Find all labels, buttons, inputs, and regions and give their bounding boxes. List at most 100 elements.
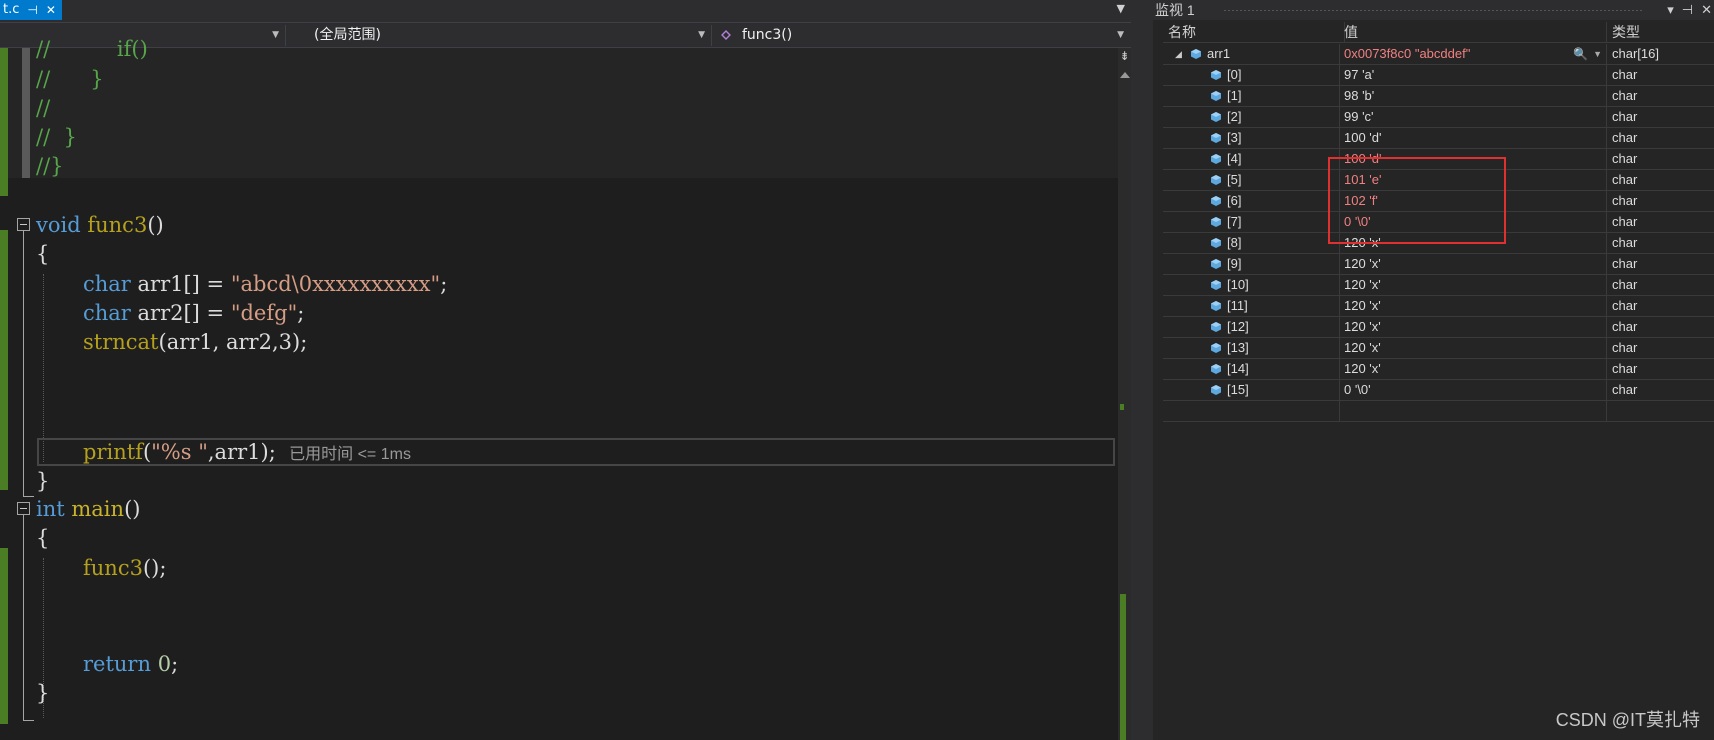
document-tab[interactable]: t.c ⊣ ✕ <box>0 0 62 20</box>
highlight-box <box>1328 157 1506 244</box>
close-icon[interactable]: ✕ <box>1701 0 1712 20</box>
scrollbar-marker <box>1120 594 1126 740</box>
code-line: { <box>36 526 50 550</box>
collapse-arrow-icon[interactable]: ◢ <box>1175 44 1182 64</box>
variable-cube-icon <box>1211 154 1221 164</box>
table-row[interactable]: [3] 100 'd' char <box>1163 128 1714 149</box>
element-index: [15] <box>1227 382 1249 397</box>
code-line: { <box>36 242 50 266</box>
table-row[interactable]: [11] 120 'x' char <box>1163 296 1714 317</box>
element-value[interactable]: 120 'x' <box>1344 361 1381 376</box>
split-icon[interactable]: ⇟ <box>1118 50 1131 62</box>
code-area[interactable]: // if() // } // // } //} void func3() { … <box>0 37 1118 740</box>
pin-icon[interactable]: ⊣ <box>1682 0 1693 20</box>
element-index: [3] <box>1227 130 1242 145</box>
variable-cube-icon <box>1211 364 1221 374</box>
column-header-type[interactable]: 类型 <box>1608 22 1714 42</box>
table-row[interactable]: [12] 120 'x' char <box>1163 317 1714 338</box>
chevron-down-icon[interactable]: ▼ <box>1593 44 1602 64</box>
empty-watch-row[interactable] <box>1163 401 1714 422</box>
outline-margin-bar <box>22 48 30 178</box>
scroll-up-icon[interactable] <box>1120 72 1130 78</box>
tab-label: t.c <box>3 2 20 17</box>
element-type: char <box>1612 151 1638 166</box>
element-type: char <box>1612 172 1638 187</box>
commented-block-background <box>0 48 1118 178</box>
tab-dropdown-icon[interactable]: ▼ <box>1117 2 1125 15</box>
panel-splitter[interactable] <box>1131 0 1153 740</box>
element-value[interactable]: 99 'c' <box>1344 109 1374 124</box>
table-row[interactable]: [13] 120 'x' char <box>1163 338 1714 359</box>
table-row[interactable]: [15] 0 '\0' char <box>1163 380 1714 401</box>
variable-value[interactable]: 0x0073f8c0 "abcddef" <box>1344 46 1470 61</box>
element-index: [8] <box>1227 235 1242 250</box>
table-row[interactable]: [2] 99 'c' char <box>1163 107 1714 128</box>
element-type: char <box>1612 382 1638 397</box>
element-value[interactable]: 120 'x' <box>1344 256 1381 271</box>
variable-cube-icon <box>1211 217 1221 227</box>
element-index: [4] <box>1227 151 1242 166</box>
variable-name: arr1 <box>1207 46 1231 61</box>
method-cube-icon <box>721 30 731 40</box>
element-index: [0] <box>1227 67 1242 82</box>
variable-cube-icon <box>1211 385 1221 395</box>
grip[interactable] <box>1223 9 1644 12</box>
code-line: strncat(arr1, arr2,3); <box>83 330 308 354</box>
window-menu-icon[interactable]: ▾ <box>1667 0 1674 20</box>
collapse-toggle-icon[interactable] <box>17 502 30 515</box>
table-row[interactable]: ◢ arr1 0x0073f8c0 "abcddef" 🔍 ▼ char[16] <box>1163 44 1714 65</box>
vertical-scrollbar[interactable]: ⇟ <box>1118 48 1131 740</box>
table-row[interactable]: [1] 98 'b' char <box>1163 86 1714 107</box>
column-header-name[interactable]: 名称 <box>1163 22 1345 42</box>
document-tab-bar: t.c ⊣ ✕ ▼ <box>0 0 1131 22</box>
collapse-toggle-icon[interactable] <box>17 218 30 231</box>
element-index: [2] <box>1227 109 1242 124</box>
element-value[interactable]: 97 'a' <box>1344 67 1374 82</box>
element-type: char <box>1612 130 1638 145</box>
variable-cube-icon <box>1211 322 1221 332</box>
scope-selector[interactable]: (全局范围) ▼ <box>288 25 712 46</box>
table-row[interactable]: [9] 120 'x' char <box>1163 254 1714 275</box>
variable-cube-icon <box>1211 70 1221 80</box>
code-editor[interactable]: t.c ⊣ ✕ ▼ ▼ (全局范围) ▼ func3() ▼ // if() /… <box>0 0 1131 740</box>
table-row[interactable]: [14] 120 'x' char <box>1163 359 1714 380</box>
fold-bracket <box>23 231 34 497</box>
element-value[interactable]: 120 'x' <box>1344 340 1381 355</box>
text-visualizer-icon[interactable]: 🔍 <box>1573 44 1588 64</box>
element-index: [11] <box>1227 298 1248 313</box>
element-index: [9] <box>1227 256 1242 271</box>
column-header-value[interactable]: 值 <box>1340 22 1607 42</box>
element-type: char <box>1612 256 1638 271</box>
code-line: // if() <box>36 37 148 61</box>
code-line: func3(); <box>83 556 167 580</box>
element-index: [1] <box>1227 88 1242 103</box>
element-type: char <box>1612 109 1638 124</box>
element-value[interactable]: 120 'x' <box>1344 277 1381 292</box>
table-row[interactable]: [0] 97 'a' char <box>1163 65 1714 86</box>
variable-cube-icon <box>1211 175 1221 185</box>
variable-cube-icon <box>1211 343 1221 353</box>
element-value[interactable]: 0 '\0' <box>1344 382 1371 397</box>
close-icon[interactable]: ✕ <box>46 0 56 20</box>
variable-cube-icon <box>1211 280 1221 290</box>
code-line: char arr2[] = "defg"; <box>83 301 305 325</box>
element-type: char <box>1612 340 1638 355</box>
element-value[interactable]: 120 'x' <box>1344 298 1381 313</box>
watch-panel[interactable]: 监视 1 ▾ ⊣ ✕ 名称 值 类型 ◢ arr1 0x0073f8c0 "ab… <box>1153 0 1714 740</box>
fold-bracket <box>23 515 34 721</box>
code-line: char arr1[] = "abcd\0xxxxxxxxxx"; <box>83 272 448 296</box>
pin-icon[interactable]: ⊣ <box>27 0 37 20</box>
element-index: [5] <box>1227 172 1242 187</box>
table-row[interactable]: [10] 120 'x' char <box>1163 275 1714 296</box>
table-header: 名称 值 类型 <box>1163 22 1714 43</box>
variable-cube-icon <box>1211 91 1221 101</box>
element-value[interactable]: 98 'b' <box>1344 88 1374 103</box>
element-value[interactable]: 120 'x' <box>1344 319 1381 334</box>
variable-cube-icon <box>1211 133 1221 143</box>
element-type: char <box>1612 88 1638 103</box>
element-value[interactable]: 100 'd' <box>1344 130 1382 145</box>
current-code-line[interactable]: printf("%s ",arr1); 已用时间 <= 1ms <box>83 437 411 467</box>
function-selector[interactable]: func3() ▼ <box>714 25 1130 46</box>
change-marker <box>0 548 8 724</box>
element-index: [6] <box>1227 193 1242 208</box>
